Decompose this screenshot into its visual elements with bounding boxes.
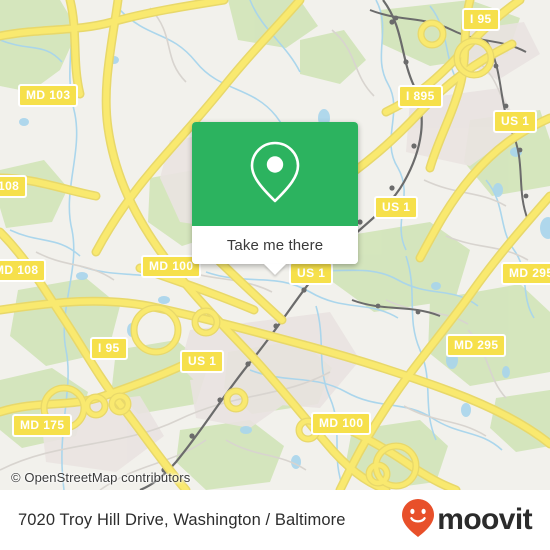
road-shield: US 1 [374,196,419,219]
moovit-logo[interactable]: moovit [401,498,533,543]
road-shield: MD 100 [311,412,372,435]
road-shield: I 95 [462,8,500,31]
moovit-wordmark: moovit [437,503,532,536]
moovit-map-screenshot: MD 103 I 95 I 895 US 1 108 US 1 MD 100 MD 108 US… [0,0,550,550]
map-attribution[interactable]: © OpenStreetMap contributors [11,470,190,485]
road-shield: MD 175 [12,414,73,437]
road-shield: MD 103 [18,84,79,107]
road-shield: US 1 [180,350,225,373]
popup-action-bar[interactable]: Take me there [192,226,358,275]
moovit-smiley-pin-icon [401,498,435,543]
footer-bar: 7020 Troy Hill Drive, Washington / Balti… [0,490,550,550]
address-label: 7020 Troy Hill Drive, Washington / Balti… [18,510,346,529]
popup-header [192,122,358,226]
map-pin-icon [246,138,304,211]
road-shield: I 95 [90,337,128,360]
road-shield: MD 295 [501,262,550,285]
road-shield: MD 295 [446,334,507,357]
road-shield: US 1 [289,262,334,285]
road-shield: I 895 [398,85,443,108]
take-me-there-label: Take me there [226,236,324,254]
road-shield: 108 [0,175,28,198]
road-shield: MD 108 [0,259,47,282]
take-me-there-popup[interactable]: Take me there [192,122,358,275]
road-shield: US 1 [493,110,538,133]
popup-tail [264,264,286,275]
